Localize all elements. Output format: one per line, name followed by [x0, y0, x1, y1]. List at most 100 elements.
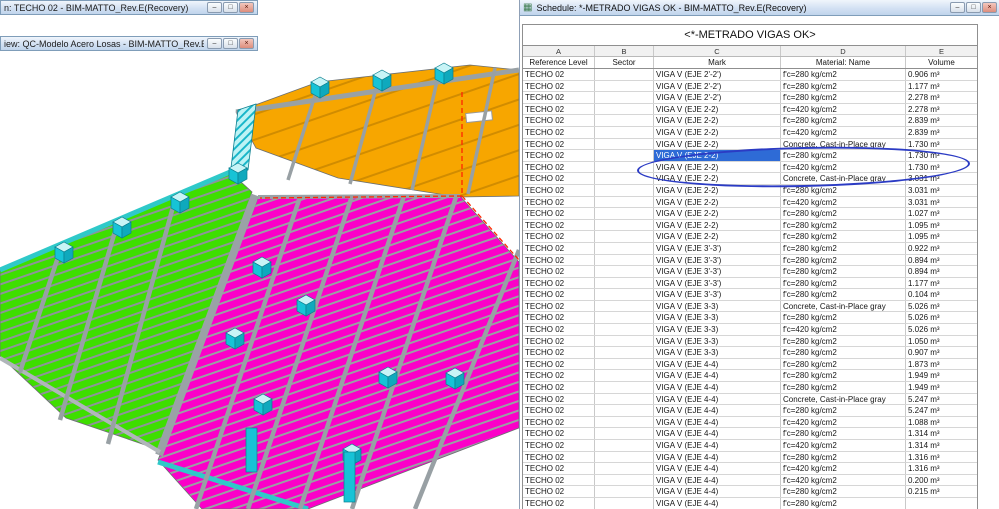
cell-volume[interactable]: 1.316 m³ — [906, 463, 977, 474]
cell-mark[interactable]: VIGA V (EJE 4-4) — [654, 440, 781, 451]
cell-mark[interactable]: VIGA V (EJE 4-4) — [654, 393, 781, 405]
cell-sector[interactable] — [595, 382, 654, 393]
cell-mark[interactable]: VIGA V (EJE 4-4) — [654, 486, 781, 497]
cell-mark[interactable]: VIGA V (EJE 4-4) — [654, 474, 781, 486]
cell-material-name[interactable]: f'c=280 kg/cm2 — [781, 92, 906, 103]
cell-mark[interactable]: VIGA V (EJE 2-2) — [654, 231, 781, 242]
close-icon[interactable]: × — [239, 38, 254, 49]
cell-mark[interactable]: VIGA V (EJE 4-4) — [654, 405, 781, 416]
cell-mark[interactable]: VIGA V (EJE 2-2) — [654, 196, 781, 208]
cell-volume[interactable]: 1.095 m³ — [906, 220, 977, 231]
cell-sector[interactable] — [595, 115, 654, 126]
cell-material-name[interactable]: Concrete, Cast-in-Place gray — [781, 173, 906, 184]
cell-volume[interactable]: 2.278 m³ — [906, 104, 977, 115]
cell-reference-level[interactable]: TECHO 02 — [523, 196, 595, 208]
cell-material-name[interactable]: f'c=280 kg/cm2 — [781, 80, 906, 92]
cell-reference-level[interactable]: TECHO 02 — [523, 161, 595, 173]
cell-sector[interactable] — [595, 138, 654, 150]
column-letter[interactable]: D — [781, 46, 906, 56]
cell-material-name[interactable]: f'c=420 kg/cm2 — [781, 196, 906, 208]
cell-sector[interactable] — [595, 312, 654, 324]
cell-sector[interactable] — [595, 150, 654, 161]
cell-sector[interactable] — [595, 370, 654, 382]
cell-mark[interactable]: VIGA V (EJE 3-3) — [654, 335, 781, 347]
column-letter[interactable]: A — [523, 46, 595, 56]
cell-material-name[interactable]: f'c=280 kg/cm2 — [781, 289, 906, 300]
cell-sector[interactable] — [595, 428, 654, 439]
cell-mark[interactable]: VIGA V (EJE 4-4) — [654, 370, 781, 382]
cell-sector[interactable] — [595, 208, 654, 219]
cell-sector[interactable] — [595, 266, 654, 277]
cell-volume[interactable]: 5.026 m³ — [906, 312, 977, 323]
cell-material-name[interactable]: f'c=420 kg/cm2 — [781, 103, 906, 115]
cell-sector[interactable] — [595, 289, 654, 300]
cell-reference-level[interactable]: TECHO 02 — [523, 277, 595, 289]
cell-sector[interactable] — [595, 196, 654, 208]
cell-mark[interactable]: VIGA V (EJE 4-4) — [654, 416, 781, 428]
cell-volume[interactable]: 3.031 m³ — [906, 185, 977, 196]
cell-reference-level[interactable]: TECHO 02 — [523, 80, 595, 92]
cell-volume[interactable]: 3.031 m³ — [906, 197, 977, 208]
cell-mark[interactable]: VIGA V (EJE 4-4) — [654, 497, 781, 509]
cell-material-name[interactable]: f'c=280 kg/cm2 — [781, 115, 906, 126]
cell-sector[interactable] — [595, 80, 654, 92]
cell-mark[interactable]: VIGA V (EJE 2'-2') — [654, 69, 781, 80]
cell-mark[interactable]: VIGA V (EJE 2-2) — [654, 184, 781, 196]
cell-material-name[interactable]: f'c=420 kg/cm2 — [781, 324, 906, 335]
cell-volume[interactable]: 0.907 m³ — [906, 347, 977, 358]
3d-view-window[interactable]: n: TECHO 02 - BIM-MATTO_Rev.E(Recovery) … — [0, 0, 519, 509]
cell-material-name[interactable]: f'c=280 kg/cm2 — [781, 497, 906, 509]
cell-material-name[interactable]: f'c=280 kg/cm2 — [781, 312, 906, 324]
cell-reference-level[interactable]: TECHO 02 — [523, 115, 595, 126]
cell-sector[interactable] — [595, 69, 654, 80]
cell-material-name[interactable]: f'c=280 kg/cm2 — [781, 69, 906, 80]
cell-material-name[interactable]: f'c=280 kg/cm2 — [781, 382, 906, 393]
restore-icon[interactable]: □ — [966, 2, 981, 13]
plan-view-titlebar[interactable]: n: TECHO 02 - BIM-MATTO_Rev.E(Recovery) … — [0, 0, 258, 15]
cell-sector[interactable] — [595, 486, 654, 497]
cell-sector[interactable] — [595, 300, 654, 312]
cell-material-name[interactable]: f'c=280 kg/cm2 — [781, 486, 906, 497]
cell-volume[interactable]: 2.839 m³ — [906, 127, 977, 138]
cell-material-name[interactable]: f'c=280 kg/cm2 — [781, 254, 906, 266]
cell-volume[interactable]: 1.177 m³ — [906, 81, 977, 92]
cell-reference-level[interactable]: TECHO 02 — [523, 428, 595, 439]
cell-mark[interactable]: VIGA V (EJE 3'-3') — [654, 254, 781, 266]
close-icon[interactable]: × — [982, 2, 997, 13]
cell-mark[interactable]: VIGA V (EJE 4-4) — [654, 428, 781, 439]
cell-mark[interactable]: VIGA V (EJE 3-3) — [654, 347, 781, 358]
cell-volume[interactable]: 1.095 m³ — [906, 231, 977, 242]
cell-sector[interactable] — [595, 416, 654, 428]
cell-material-name[interactable]: f'c=280 kg/cm2 — [781, 358, 906, 370]
cell-volume[interactable]: 3.031 m³ — [906, 173, 977, 184]
cell-volume[interactable]: 0.906 m³ — [906, 69, 977, 80]
cell-volume[interactable]: 5.026 m³ — [906, 324, 977, 335]
schedule-titlebar[interactable]: ▦ Schedule: *-METRADO VIGAS OK - BIM-MAT… — [520, 0, 999, 16]
header-reference-level[interactable]: Reference Level — [523, 57, 595, 68]
cell-volume[interactable]: 5.026 m³ — [906, 301, 977, 312]
minimize-icon[interactable]: – — [207, 2, 222, 13]
cell-reference-level[interactable]: TECHO 02 — [523, 231, 595, 242]
cell-material-name[interactable]: Concrete, Cast-in-Place gray — [781, 393, 906, 405]
cell-material-name[interactable]: f'c=420 kg/cm2 — [781, 416, 906, 428]
cell-mark[interactable]: VIGA V (EJE 4-4) — [654, 382, 781, 393]
cell-sector[interactable] — [595, 405, 654, 416]
cell-sector[interactable] — [595, 254, 654, 266]
cell-reference-level[interactable]: TECHO 02 — [523, 69, 595, 80]
cell-material-name[interactable]: f'c=280 kg/cm2 — [781, 277, 906, 289]
cell-mark[interactable]: VIGA V (EJE 2'-2') — [654, 92, 781, 103]
cell-sector[interactable] — [595, 463, 654, 474]
minimize-icon[interactable]: – — [207, 38, 222, 49]
cell-material-name[interactable]: f'c=280 kg/cm2 — [781, 242, 906, 254]
cell-reference-level[interactable]: TECHO 02 — [523, 347, 595, 358]
cell-reference-level[interactable]: TECHO 02 — [523, 324, 595, 335]
cell-reference-level[interactable]: TECHO 02 — [523, 370, 595, 382]
cell-mark[interactable]: VIGA V (EJE 2-2) — [654, 126, 781, 138]
cell-volume[interactable]: 1.088 m³ — [906, 417, 977, 428]
cell-material-name[interactable]: f'c=280 kg/cm2 — [781, 428, 906, 439]
cell-sector[interactable] — [595, 440, 654, 451]
cell-volume[interactable]: 5.247 m³ — [906, 405, 977, 416]
cell-sector[interactable] — [595, 393, 654, 405]
cell-mark[interactable]: VIGA V (EJE 2-2) — [654, 103, 781, 115]
cell-reference-level[interactable]: TECHO 02 — [523, 242, 595, 254]
